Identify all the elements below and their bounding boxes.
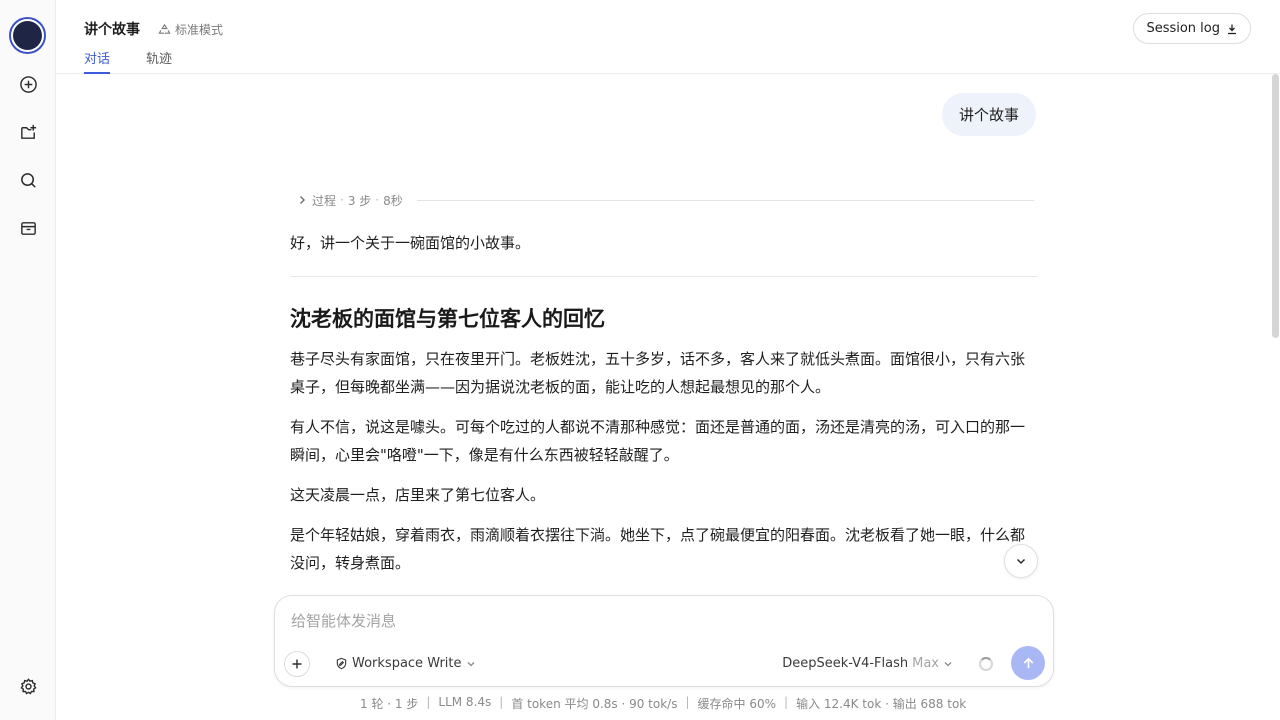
chevron-down-icon — [467, 661, 474, 666]
conversation-panel: 讲个故事 过程 · 3 步 · 8秒 好，讲一个关于一碗面馆的小故事。 沈老板的… — [56, 74, 1270, 600]
tab-trajectory[interactable]: 轨迹 — [146, 48, 172, 67]
plus-icon — [292, 659, 302, 669]
user-message: 讲个故事 — [942, 93, 1037, 136]
message-composer: Workspace Write DeepSeek-V4-Flash Max — [274, 595, 1054, 687]
chevron-down-icon — [944, 661, 952, 666]
model-selector[interactable]: DeepSeek-V4-Flash Max — [782, 656, 953, 671]
stat-divider: | — [685, 695, 690, 709]
loading-spinner-icon — [979, 657, 993, 671]
stat-tokens: 输入 12.4K tok · 输出 688 tok — [796, 697, 967, 711]
separator-dot: · — [340, 193, 344, 207]
workspace-selector[interactable]: Workspace Write — [335, 656, 476, 671]
mode-label: 标准模式 — [175, 23, 224, 37]
session-log-button[interactable]: Session log — [1133, 13, 1251, 44]
message-input[interactable] — [291, 610, 1031, 632]
process-toggle[interactable]: 过程 · 3 步 · 8秒 — [296, 192, 1034, 208]
stat-llm: LLM 8.4s — [438, 695, 492, 709]
story-paragraph: 巷子尽头有家面馆，只在夜里开门。老板姓沈，五十多岁，话不多，客人来了就低头煮面。… — [290, 350, 1026, 396]
attach-button[interactable] — [284, 651, 310, 677]
sidebar — [0, 0, 56, 720]
new-chat-button[interactable] — [14, 70, 42, 98]
stat-cache: 缓存命中 60% — [697, 697, 777, 711]
stat-rounds: 1 轮 · 1 步 — [360, 697, 419, 711]
archive-icon — [20, 221, 36, 235]
separator-dot: · — [375, 193, 380, 207]
process-divider — [416, 199, 1034, 201]
model-name: DeepSeek-V4-Flash — [782, 656, 909, 671]
stat-first-token: 首 token 平均 0.8s · 90 tok/s — [511, 697, 678, 711]
app-logo[interactable] — [9, 17, 46, 54]
model-level: Max — [912, 656, 939, 671]
shield-edit-icon — [336, 657, 347, 670]
search-icon — [20, 172, 36, 188]
page-title: 讲个故事 — [84, 22, 140, 38]
stat-divider: | — [426, 695, 431, 709]
send-button[interactable] — [1011, 646, 1045, 680]
process-time: 8秒 — [383, 193, 403, 208]
assistant-intro: 好，讲一个关于一碗面馆的小故事。 — [290, 234, 531, 252]
divider — [290, 276, 1038, 277]
workspace-label: Workspace Write — [352, 656, 462, 671]
chevron-down-icon — [1016, 558, 1026, 565]
download-icon — [1228, 24, 1236, 34]
story-paragraph: 这天凌晨一点，店里来了第七位客人。 — [290, 486, 546, 504]
new-project-button[interactable] — [14, 118, 42, 146]
header: 讲个故事 标准模式 对话 轨迹 Session log — [56, 0, 1280, 74]
search-button[interactable] — [14, 166, 42, 194]
story-paragraph: 有人不信，说这是噱头。可每个吃过的人都说不清那种感觉：面还是普通的面，汤还是清亮… — [290, 418, 1026, 464]
story-title: 沈老板的面馆与第七位客人的回忆 — [290, 307, 605, 331]
app-window: 讲个故事 标准模式 对话 轨迹 Session log 讲个故事 过程 · 3 … — [0, 0, 1280, 720]
gear-icon — [19, 677, 37, 695]
story-paragraph: 是个年轻姑娘，穿着雨衣，雨滴顺着衣摆往下淌。她坐下，点了碗最便宜的阳春面。沈老板… — [290, 526, 1026, 572]
whale-logo-icon — [13, 21, 42, 50]
stat-divider: | — [784, 695, 789, 709]
tab-conversation[interactable]: 对话 — [84, 48, 111, 74]
folder-plus-icon — [20, 124, 36, 139]
process-label: 过程 — [312, 193, 337, 208]
scroll-to-bottom-button[interactable] — [1004, 544, 1038, 578]
stat-divider: | — [499, 695, 504, 709]
scrollbar-thumb[interactable] — [1272, 74, 1279, 338]
chevron-right-icon — [300, 196, 305, 204]
recycle-icon — [158, 23, 171, 34]
session-log-label: Session log — [1146, 21, 1220, 36]
arrow-up-icon — [1023, 657, 1033, 668]
archive-button[interactable] — [14, 214, 42, 242]
usage-stats: 1 轮 · 1 步 | LLM 8.4s | 首 token 平均 0.8s ·… — [360, 695, 966, 712]
settings-button[interactable] — [14, 672, 42, 700]
process-steps: 3 步 — [347, 193, 372, 208]
mode-indicator[interactable]: 标准模式 — [158, 21, 223, 38]
plus-circle-icon — [19, 75, 37, 93]
